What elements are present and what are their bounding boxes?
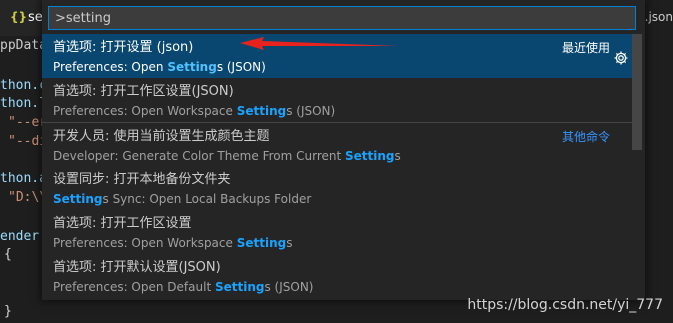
detail-highlight: Setting <box>167 60 217 74</box>
command-label: 开发人员: 使用当前设置生成颜色主题 <box>53 129 270 144</box>
code-line: thon.a <box>0 171 47 186</box>
command-detail: Developer: Generate Color Theme From Cur… <box>53 147 622 165</box>
detail-highlight: Setting <box>345 149 395 163</box>
other-commands-badge: 其他命令 <box>561 130 610 144</box>
detail-highlight: Setting <box>236 236 287 250</box>
recently-used-badge: 最近使用 <box>561 41 610 55</box>
command-detail: Preferences: Open Settings (JSON) <box>53 58 622 76</box>
command-label: 首选项: 打开工作区设置(JSON) <box>53 84 234 99</box>
detail-text: s <box>394 149 401 163</box>
detail-text: s (JSON) <box>286 104 336 118</box>
detail-text: Preferences: Open Workspace <box>53 236 237 250</box>
command-label: 首选项: 打开默认设置(JSON) <box>53 260 221 275</box>
detail-text: Preferences: Open Workspace <box>53 104 237 118</box>
detail-text: s (JSON) <box>216 60 266 74</box>
detail-highlight: Setting <box>53 192 103 206</box>
command-item-open-workspace-settings-json[interactable]: 首选项: 打开工作区设置(JSON) Preferences: Open Wor… <box>42 78 632 122</box>
command-palette: 首选项: 打开设置 (json) Preferences: Open Setti… <box>42 0 645 300</box>
detail-text: Preferences: Open Default <box>53 280 215 294</box>
command-item-open-workspace-settings[interactable]: 首选项: 打开工作区设置 Preferences: Open Workspace… <box>42 210 632 254</box>
detail-text: s (JSON) <box>264 280 314 294</box>
detail-text: Developer: Generate Color Theme From Cur… <box>53 149 346 163</box>
code-line: thon.c <box>0 78 47 93</box>
code-line: ender. <box>0 229 47 244</box>
command-detail: Preferences: Open Default Settings (JSON… <box>53 278 622 296</box>
editor-tab-label: se <box>28 10 43 25</box>
command-detail: Settings Sync: Open Local Backups Folder <box>53 190 622 208</box>
command-item-generate-color-theme[interactable]: 开发人员: 使用当前设置生成颜色主题 Developer: Generate C… <box>42 122 632 166</box>
code-line: ppData <box>0 38 47 53</box>
detail-text: s Sync: Open Local Backups Folder <box>102 192 312 206</box>
detail-text: Preferences: Open <box>53 60 168 74</box>
command-label: 设置同步: 打开本地备份文件夹 <box>53 172 231 187</box>
command-detail: Preferences: Open Workspace Settings <box>53 234 622 252</box>
command-item-open-settings-json[interactable]: 首选项: 打开设置 (json) Preferences: Open Setti… <box>42 34 632 78</box>
code-line: thon.l <box>0 96 47 111</box>
gear-icon[interactable] <box>613 50 629 66</box>
detail-highlight: Setting <box>236 104 287 118</box>
detail-text: s <box>286 236 293 250</box>
command-item-settings-sync-backups[interactable]: 设置同步: 打开本地备份文件夹 Settings Sync: Open Loca… <box>42 166 632 210</box>
command-input-wrapper <box>48 6 636 30</box>
watermark: https://blog.csdn.net/yi_777 <box>467 297 663 313</box>
command-input[interactable] <box>48 6 636 30</box>
code-line: { <box>4 247 12 262</box>
vscode-window: {} se .0.json ppData thon.c thon.l "--er… <box>0 0 673 323</box>
command-label: 首选项: 打开设置 (json) <box>53 40 194 55</box>
command-item-open-default-settings-json[interactable]: 首选项: 打开默认设置(JSON) Preferences: Open Defa… <box>42 254 632 298</box>
json-braces-icon: {} <box>10 10 28 24</box>
code-line: } <box>4 304 12 319</box>
command-list: 首选项: 打开设置 (json) Preferences: Open Setti… <box>42 34 632 298</box>
list-scrollbar[interactable] <box>632 34 642 150</box>
command-detail: Preferences: Open Workspace Settings (JS… <box>53 102 622 120</box>
command-label: 首选项: 打开工作区设置 <box>53 216 192 231</box>
detail-highlight: Setting <box>214 280 265 294</box>
